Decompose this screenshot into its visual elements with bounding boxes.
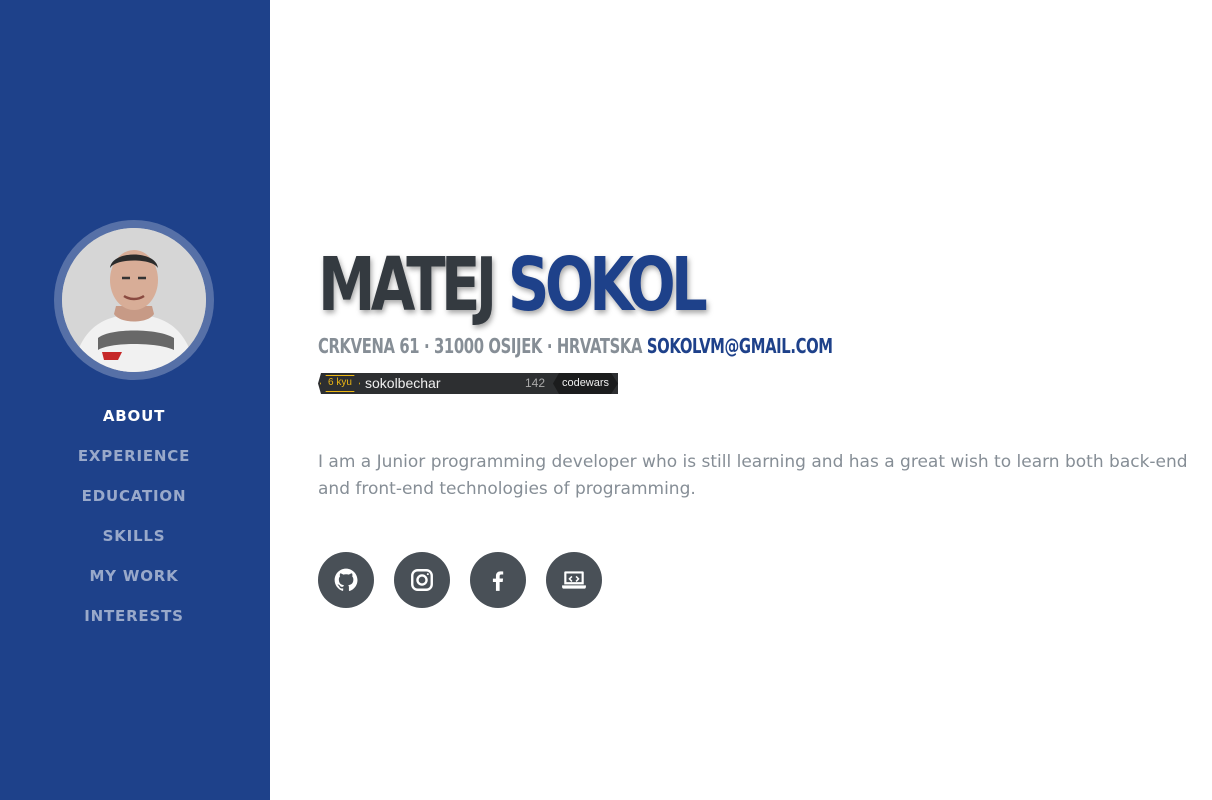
nav-item-about[interactable]: ABOUT bbox=[0, 404, 268, 444]
avatar[interactable] bbox=[62, 228, 206, 372]
nav-item-experience[interactable]: EXPERIENCE bbox=[0, 444, 268, 484]
nav-item-interests[interactable]: INTERESTS bbox=[0, 604, 268, 644]
nav-item-skills[interactable]: SKILLS bbox=[0, 524, 268, 564]
laptop-code-icon bbox=[562, 571, 586, 589]
codewars-badge[interactable]: 6 kyu sokolbechar 142 codewars bbox=[318, 373, 618, 394]
social-icons bbox=[318, 552, 602, 608]
facebook-icon bbox=[492, 571, 504, 591]
last-name: SOKOL bbox=[507, 242, 708, 328]
nav-item-my-work[interactable]: MY WORK bbox=[0, 564, 268, 604]
contact-line: CRKVENA 61 · 31000 OSIJEK · HRVATSKA SOK… bbox=[318, 333, 833, 359]
sidebar-nav: ABOUT EXPERIENCE EDUCATION SKILLS MY WOR… bbox=[0, 404, 268, 644]
address: CRKVENA 61 · 31000 OSIJEK · HRVATSKA bbox=[318, 334, 643, 358]
avatar-ring bbox=[54, 220, 214, 380]
instagram-icon bbox=[411, 569, 433, 591]
codewars-username: sokolbechar bbox=[365, 375, 441, 391]
first-name: MATEJ bbox=[318, 242, 497, 328]
main-content: MATEJ SOKOL CRKVENA 61 · 31000 OSIJEK · … bbox=[318, 0, 1198, 800]
rank-badge: 6 kyu bbox=[320, 375, 360, 392]
sidebar: ABOUT EXPERIENCE EDUCATION SKILLS MY WOR… bbox=[0, 0, 270, 800]
codewars-honor: 142 bbox=[525, 376, 546, 390]
nav-item-education[interactable]: EDUCATION bbox=[0, 484, 268, 524]
bio-text: I am a Junior programming developer who … bbox=[318, 452, 1188, 499]
github-icon bbox=[334, 568, 358, 591]
portfolio-link[interactable] bbox=[546, 552, 602, 608]
instagram-link[interactable] bbox=[394, 552, 450, 608]
facebook-link[interactable] bbox=[470, 552, 526, 608]
email-link[interactable]: SOKOLVM@GMAIL.COM bbox=[647, 334, 833, 358]
page-title: MATEJ SOKOL bbox=[318, 240, 708, 330]
codewars-brand: codewars bbox=[553, 373, 618, 394]
github-link[interactable] bbox=[318, 552, 374, 608]
